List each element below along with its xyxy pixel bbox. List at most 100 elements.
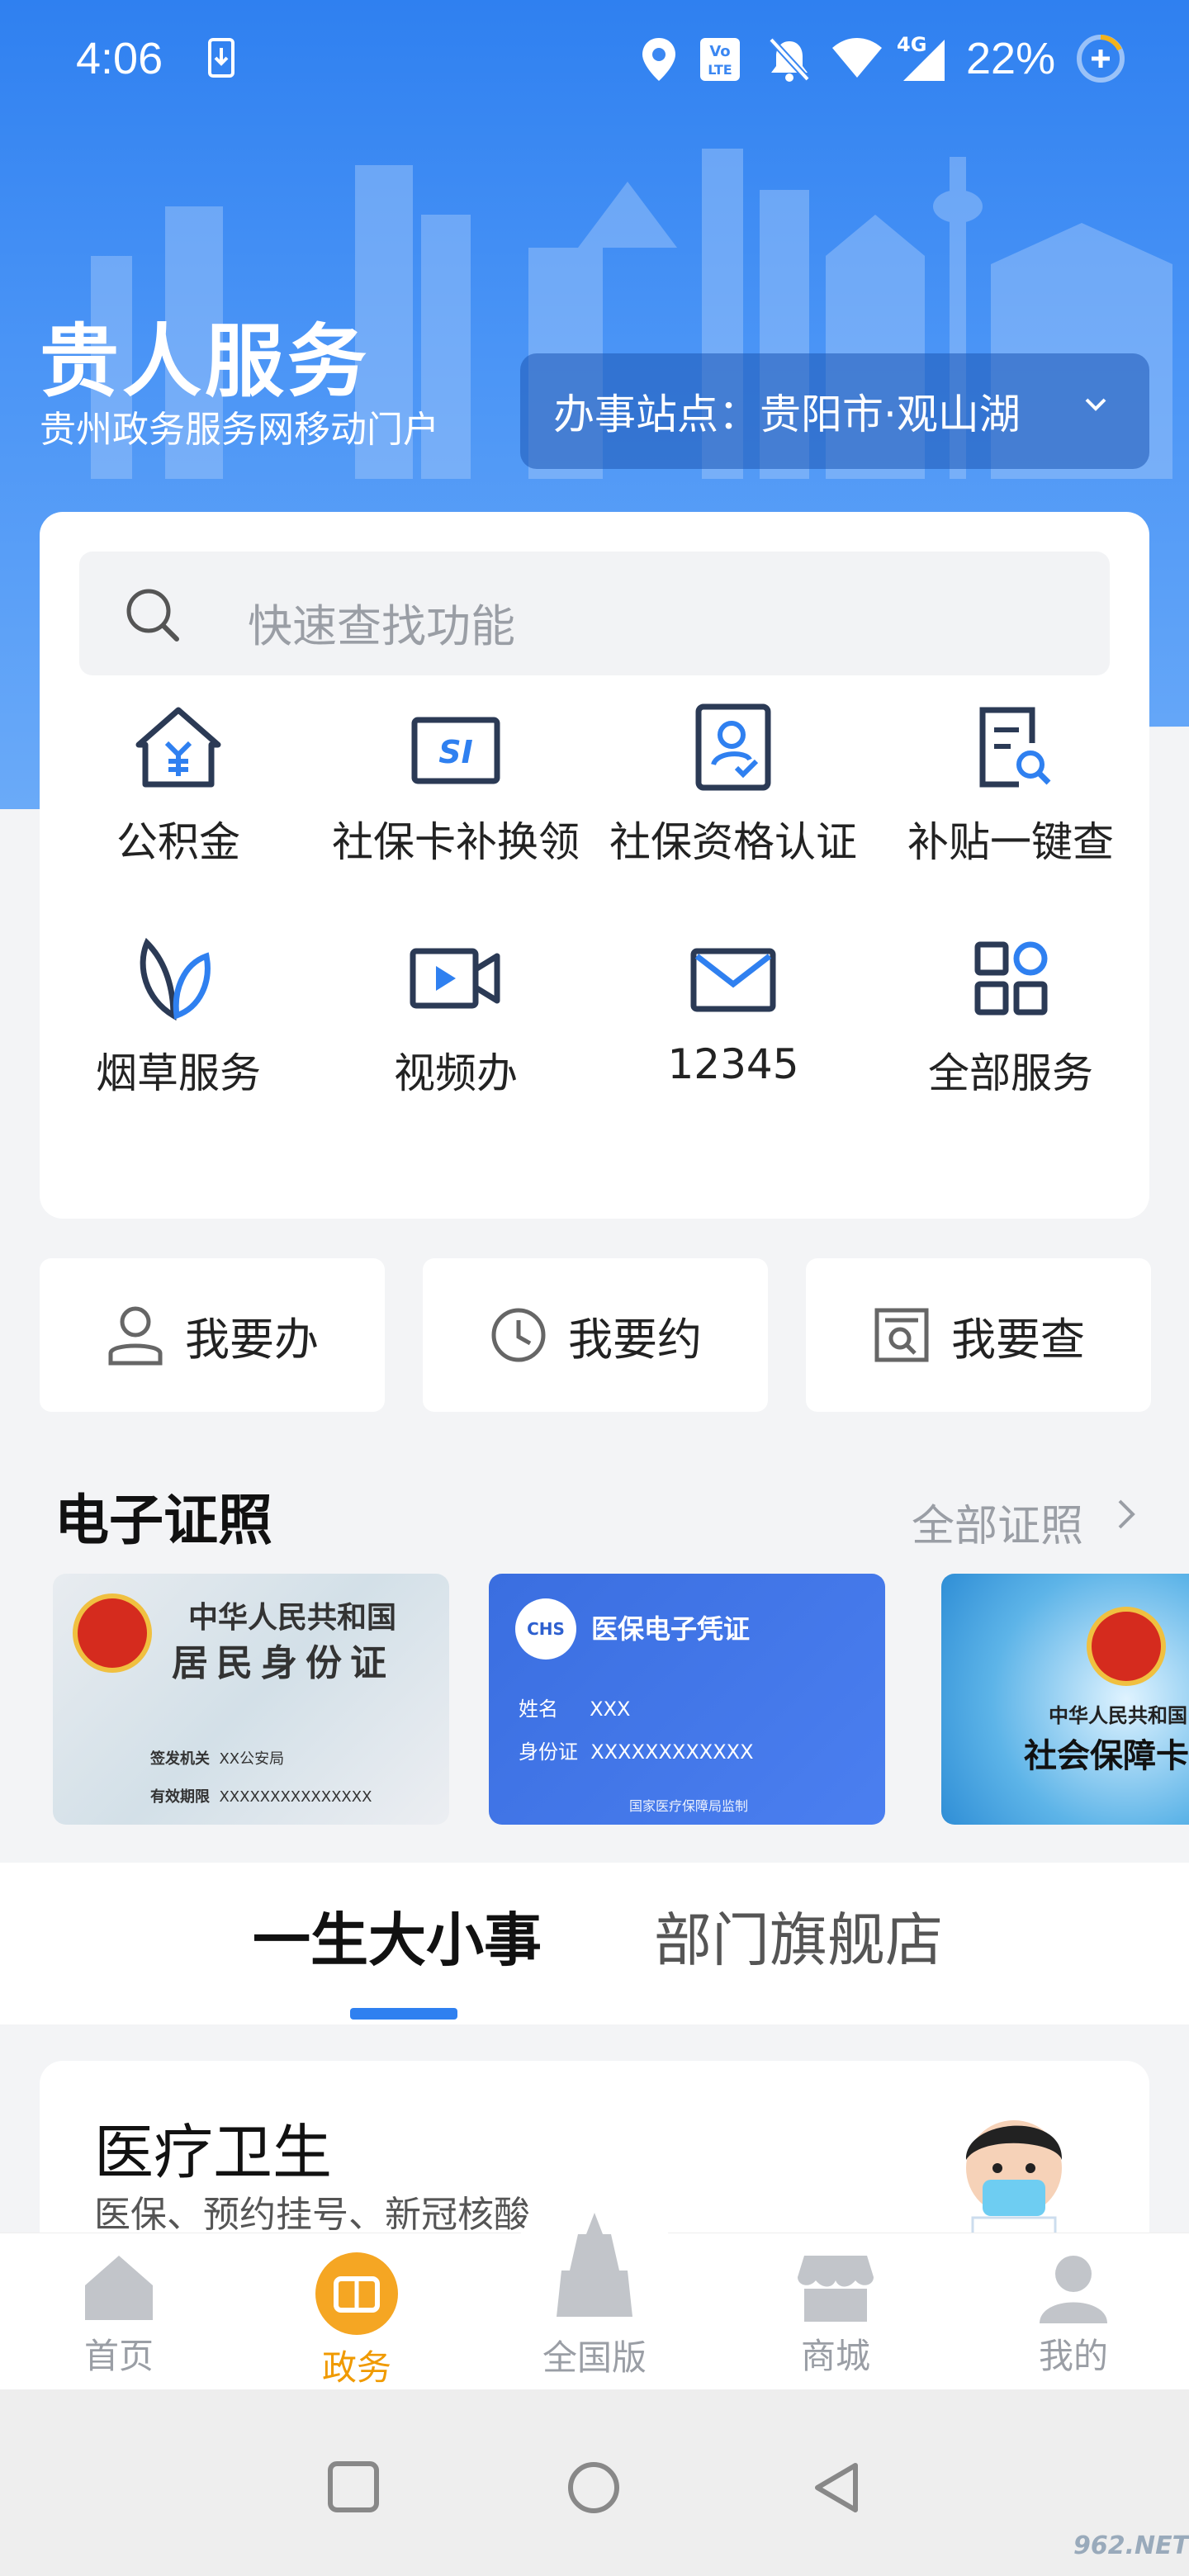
nav-label: 首页 — [83, 2336, 154, 2376]
video-icon — [410, 948, 500, 1009]
all-services-icon — [974, 941, 1048, 1016]
battery-percent: 22% — [966, 34, 1056, 83]
medical-insurance-certificate[interactable]: CHS 医保电子凭证 姓名 XXX 身份证 XXXXXXXXXXXX 国家医疗保… — [489, 1574, 885, 1825]
mail-icon — [690, 948, 776, 1012]
app-brand-title: 贵人服务 — [40, 315, 370, 408]
service-qualification[interactable]: 社保资格认证 — [594, 702, 872, 933]
service-label: 全部服务 — [928, 1049, 1093, 1097]
id-card-authority: 签发机关 XX公安局 — [150, 1750, 285, 1768]
quick-action-label: 我要约 — [568, 1313, 702, 1366]
service-label: 社保卡补换领 — [332, 818, 580, 866]
life-event-description: 医保、预约挂号、新冠核酸... — [94, 2194, 565, 2236]
search-placeholder: 快速查找功能 — [248, 600, 515, 652]
national-emblem-icon — [73, 1593, 152, 1673]
subsidy-search-icon — [979, 707, 1051, 788]
tab-life-events[interactable]: 一生大小事 — [253, 1894, 542, 1977]
nav-label: 全国版 — [542, 2337, 647, 2378]
service-subsidy-search[interactable]: 补贴一键查 — [872, 702, 1149, 933]
tobacco-leaf-icon — [140, 937, 211, 1021]
nav-profile[interactable]: 我的 — [991, 2252, 1156, 2379]
nav-home[interactable]: 首页 — [36, 2252, 201, 2379]
all-certificates-link[interactable]: 全部证照 — [912, 1491, 1083, 1553]
app-subtitle: 贵州政务服务网移动门户 — [40, 409, 439, 451]
services-card: 快速查找功能 公积金 SI 社保卡补换领 社保资格认证 补贴一键查 烟草服务 视… — [40, 512, 1149, 1219]
search-input[interactable]: 快速查找功能 — [79, 552, 1110, 675]
download-icon — [208, 38, 234, 78]
signal-icon — [903, 40, 945, 81]
chs-logo: CHS — [515, 1598, 576, 1660]
service-label: 社保资格认证 — [609, 818, 857, 866]
volte-icon: Vo LTE — [700, 38, 740, 81]
medical-cert-id: 身份证 XXXXXXXXXXXX — [519, 1740, 754, 1764]
service-housing-fund[interactable]: 公积金 — [40, 702, 317, 933]
national-emblem-icon — [1087, 1607, 1166, 1686]
medical-cert-title: 医保电子凭证 — [591, 1613, 751, 1645]
nav-label: 我的 — [1038, 2336, 1108, 2376]
svg-text:LTE: LTE — [708, 62, 732, 78]
social-card-line2: 社会保障卡 — [1024, 1737, 1189, 1775]
quick-action-search[interactable]: 我要查 — [806, 1258, 1151, 1412]
wifi-icon — [832, 38, 882, 78]
id-card-line1: 中华人民共和国 — [188, 1600, 397, 1635]
id-card-validity: 有效期限 XXXXXXXXXXXXXXX — [150, 1788, 372, 1806]
status-time: 4:06 — [76, 34, 163, 83]
status-bar: 4:06 Vo LTE 4G 22% — [0, 0, 1189, 124]
service-label: 公积金 — [116, 818, 240, 866]
id-card-certificate[interactable]: 中华人民共和国 居民身份证 签发机关 XX公安局 有效期限 XXXXXXXXXX… — [53, 1574, 449, 1825]
nav-label: 政务 — [321, 2347, 391, 2388]
service-tobacco[interactable]: 烟草服务 — [40, 933, 317, 1164]
search-icon — [126, 589, 179, 642]
battery-saver-icon — [1077, 35, 1125, 83]
service-label: 视频办 — [394, 1049, 518, 1097]
svg-text:Vo: Vo — [709, 43, 730, 60]
social-card-line1: 中华人民共和国 — [1049, 1704, 1187, 1727]
location-icon — [642, 38, 675, 81]
system-navigation-bar — [0, 2389, 1189, 2576]
service-label: 补贴一键查 — [907, 818, 1114, 866]
service-video[interactable]: 视频办 — [317, 933, 594, 1164]
housing-fund-icon — [135, 707, 221, 788]
quick-action-handle[interactable]: 我要办 — [40, 1258, 385, 1412]
chevron-down-icon — [1085, 398, 1106, 411]
svg-text:SI: SI — [438, 734, 473, 770]
nav-national[interactable]: 全国版 — [512, 2209, 677, 2380]
medical-cert-footer: 国家医疗保障局监制 — [629, 1798, 749, 1814]
medical-cert-name: 姓名 XXX — [519, 1698, 631, 1721]
recents-icon[interactable] — [327, 2460, 380, 2513]
service-site-selector[interactable]: 办事站点：贵阳市·观山湖 — [520, 353, 1149, 469]
id-card-line2: 居民身份证 — [172, 1642, 395, 1684]
nav-label: 商城 — [800, 2336, 870, 2376]
nav-gov-affairs[interactable]: 政务 — [274, 2252, 439, 2390]
service-si-card[interactable]: SI 社保卡补换领 — [317, 702, 594, 933]
social-security-certificate[interactable]: 中华人民共和国 社会保障卡 — [941, 1574, 1189, 1825]
nav-store[interactable]: 商城 — [753, 2252, 918, 2379]
tab-department-stores[interactable]: 部门旗舰店 — [654, 1894, 943, 1977]
bell-off-icon — [769, 37, 810, 82]
service-label: 烟草服务 — [96, 1049, 261, 1097]
watermark: 962.NET — [1073, 2531, 1189, 2560]
home-button-icon[interactable] — [566, 2460, 621, 2515]
gov-affairs-icon — [315, 2252, 398, 2335]
store-icon — [798, 2256, 874, 2322]
service-label: 12345 — [667, 1040, 799, 1088]
home-icon — [85, 2256, 153, 2320]
doc-search-icon — [874, 1308, 929, 1362]
service-12345[interactable]: 12345 — [594, 933, 872, 1164]
national-icon — [557, 2213, 632, 2317]
site-selector-label: 办事站点：贵阳市·观山湖 — [553, 391, 1021, 438]
back-icon[interactable] — [811, 2460, 860, 2515]
content-tabs: 一生大小事 部门旗舰店 — [0, 1863, 1189, 2024]
profile-icon — [1040, 2256, 1107, 2323]
clock-icon — [491, 1308, 546, 1362]
life-event-title: 医疗卫生 — [94, 2118, 333, 2187]
service-all[interactable]: 全部服务 — [872, 933, 1149, 1164]
quick-action-label: 我要办 — [185, 1313, 319, 1366]
quick-action-label: 我要查 — [951, 1313, 1085, 1366]
certificates-title: 电子证照 — [54, 1489, 272, 1552]
quick-action-appointment[interactable]: 我要约 — [423, 1258, 768, 1412]
chevron-right-icon[interactable] — [1116, 1498, 1136, 1531]
active-tab-indicator — [350, 2008, 457, 2020]
si-card-icon: SI — [411, 717, 500, 784]
person-icon — [108, 1306, 163, 1366]
qualification-icon — [695, 703, 771, 791]
